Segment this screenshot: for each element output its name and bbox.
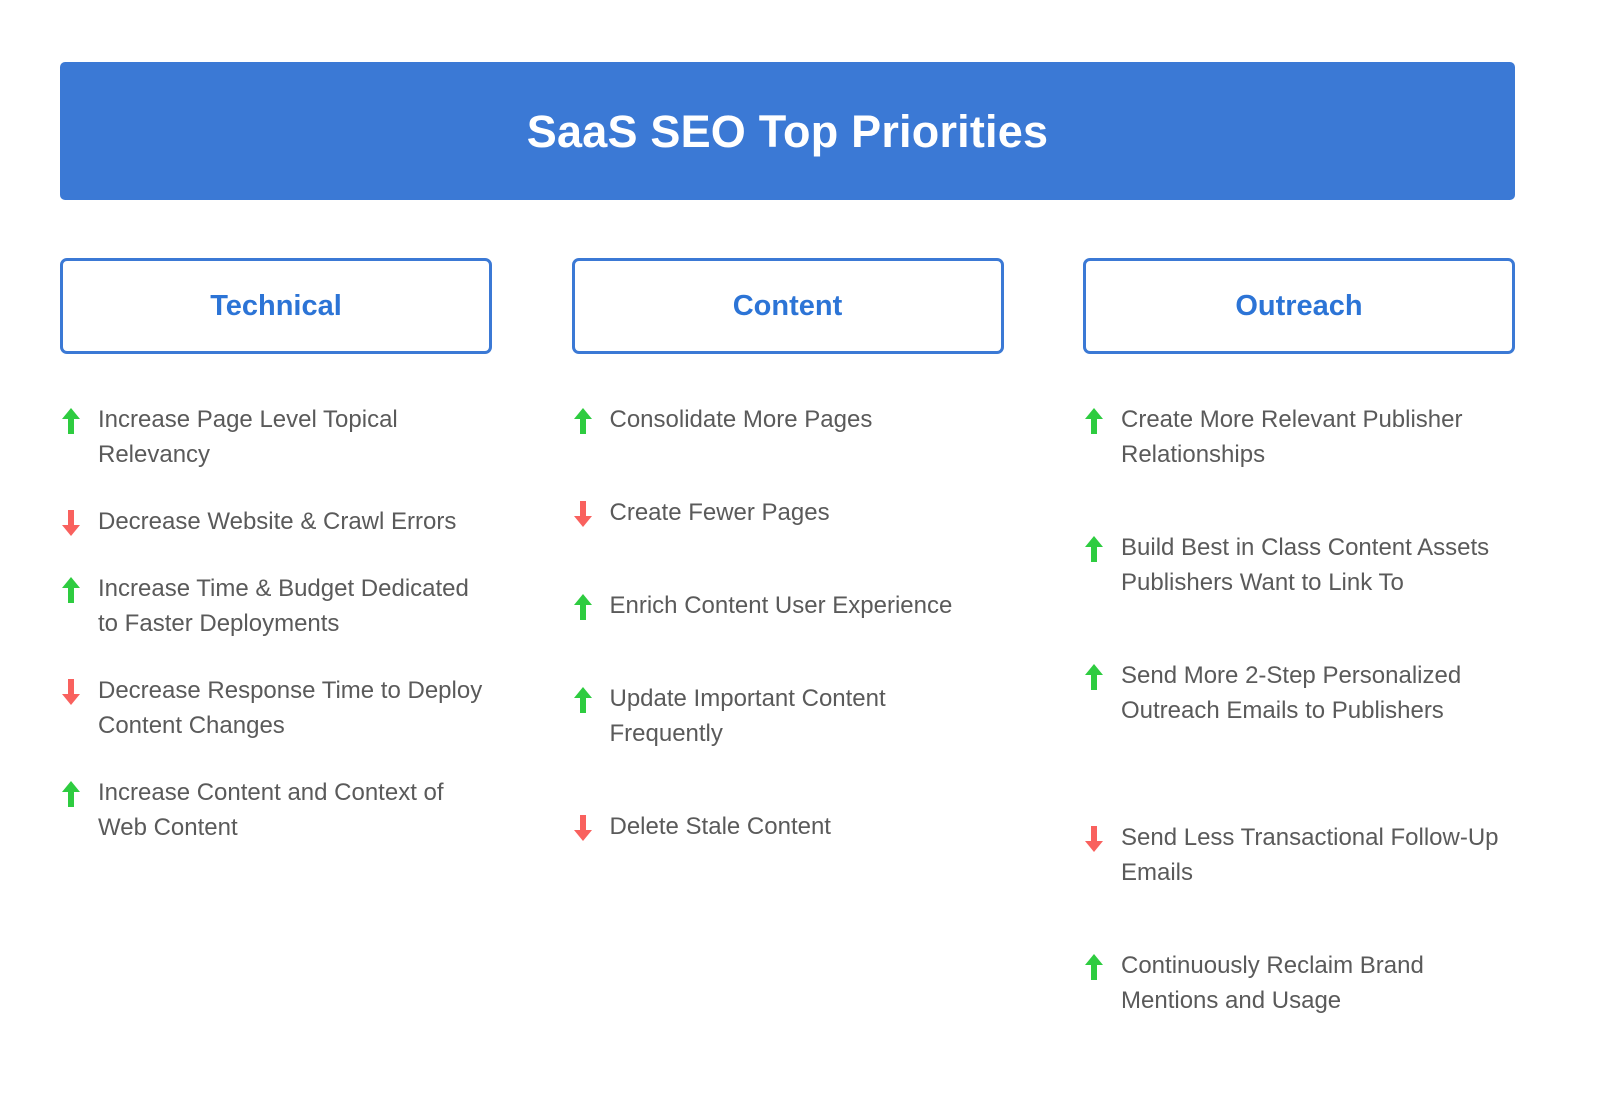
list-item-label: Delete Stale Content xyxy=(609,813,831,840)
arrow-up-icon xyxy=(572,406,594,436)
list-item: Consolidate More Pages xyxy=(572,402,1004,437)
list-item: Increase Content and Context of Web Cont… xyxy=(60,775,492,845)
list-item: Increase Page Level Topical Relevancy xyxy=(60,402,492,472)
arrow-down-icon xyxy=(572,813,594,843)
list-item-label: Consolidate More Pages xyxy=(609,406,873,433)
list-item: Create More Relevant Publisher Relations… xyxy=(1083,402,1515,472)
list-item: Send More 2-Step Personalized Outreach E… xyxy=(1083,658,1515,728)
infographic-root: SaaS SEO Top Priorities Technical Increa… xyxy=(0,0,1600,1116)
list-item: Increase Time & Budget Dedicated to Fast… xyxy=(60,571,492,641)
arrow-down-icon xyxy=(572,499,594,529)
priority-columns: Technical Increase Page Level Topical Re… xyxy=(60,258,1515,1078)
arrow-up-icon xyxy=(1083,952,1105,982)
list-item: Build Best in Class Content Assets Publi… xyxy=(1083,530,1515,600)
column-technical: Technical Increase Page Level Topical Re… xyxy=(60,258,492,1078)
list-item-label: Increase Content and Context of Web Cont… xyxy=(98,779,444,841)
list-item-label: Build Best in Class Content Assets Publi… xyxy=(1121,534,1490,596)
column-header-label: Technical xyxy=(210,289,342,322)
arrow-up-icon xyxy=(1083,406,1105,436)
list-item-label: Create More Relevant Publisher Relations… xyxy=(1121,406,1463,468)
list-item-label: Continuously Reclaim Brand Mentions and … xyxy=(1121,952,1424,1014)
column-header-outreach[interactable]: Outreach xyxy=(1083,258,1515,354)
list-item-label: Create Fewer Pages xyxy=(609,499,830,526)
list-item-label: Decrease Response Time to Deploy Content… xyxy=(98,677,483,739)
column-items-technical: Increase Page Level Topical Relevancy De… xyxy=(60,402,492,1078)
list-item: Create Fewer Pages xyxy=(572,495,1004,530)
list-item: Decrease Response Time to Deploy Content… xyxy=(60,673,492,743)
column-header-label: Content xyxy=(732,289,843,322)
list-item-label: Enrich Content User Experience xyxy=(609,592,953,619)
list-item-label: Increase Time & Budget Dedicated to Fast… xyxy=(98,575,469,637)
arrow-up-icon xyxy=(60,406,82,436)
column-items-outreach: Create More Relevant Publisher Relations… xyxy=(1083,402,1515,1078)
arrow-up-icon xyxy=(60,779,82,809)
title-banner: SaaS SEO Top Priorities xyxy=(60,62,1515,200)
list-item-label: Decrease Website & Crawl Errors xyxy=(98,508,457,535)
arrow-up-icon xyxy=(60,575,82,605)
list-item: Decrease Website & Crawl Errors xyxy=(60,504,492,539)
column-header-content[interactable]: Content xyxy=(571,258,1004,354)
list-item: Send Less Transactional Follow-Up Emails xyxy=(1083,820,1515,890)
arrow-down-icon xyxy=(1083,824,1105,854)
list-item-label: Send Less Transactional Follow-Up Emails xyxy=(1121,824,1499,886)
list-item: Update Important Content Frequently xyxy=(572,681,1004,751)
arrow-up-icon xyxy=(1083,662,1105,692)
page-title: SaaS SEO Top Priorities xyxy=(526,105,1049,157)
column-header-label: Outreach xyxy=(1235,289,1363,322)
column-items-content: Consolidate More Pages Create Fewer Page… xyxy=(572,402,1004,1078)
arrow-down-icon xyxy=(60,677,82,707)
arrow-up-icon xyxy=(1083,534,1105,564)
list-item: Continuously Reclaim Brand Mentions and … xyxy=(1083,948,1515,1018)
list-item-label: Increase Page Level Topical Relevancy xyxy=(98,406,398,468)
column-content: Content Consolidate More Pages Create Fe… xyxy=(571,258,1004,1078)
list-item-label: Update Important Content Frequently xyxy=(609,685,886,747)
arrow-up-icon xyxy=(572,592,594,622)
column-header-technical[interactable]: Technical xyxy=(60,258,492,354)
arrow-up-icon xyxy=(572,685,594,715)
list-item-label: Send More 2-Step Personalized Outreach E… xyxy=(1121,662,1462,724)
column-outreach: Outreach Create More Relevant Publisher … xyxy=(1083,258,1515,1078)
list-item: Enrich Content User Experience xyxy=(572,588,1004,623)
list-item: Delete Stale Content xyxy=(572,809,1004,844)
arrow-down-icon xyxy=(60,508,82,538)
